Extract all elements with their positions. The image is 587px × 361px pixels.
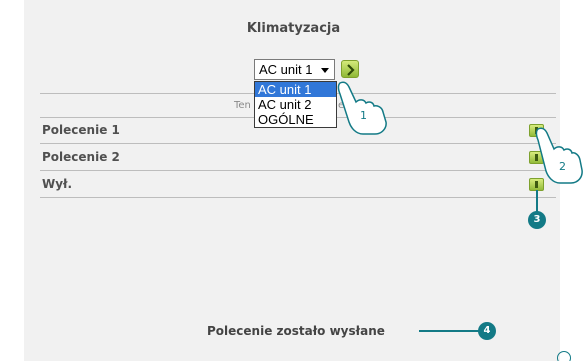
divider [40,197,556,198]
unit-option-ac1[interactable]: AC unit 1 [255,82,336,97]
callout-line [419,330,479,332]
pointing-hand-icon: 1 [337,81,387,135]
pointing-hand-icon: 2 [535,127,583,184]
unit-dropdown-list[interactable]: AC unit 1 AC unit 2 OGÓLNE [254,81,337,128]
divider [40,143,556,144]
main-panel [24,0,560,361]
go-button[interactable] [341,60,359,78]
dropdown-arrow-icon [321,68,329,73]
arrow-right-icon [347,64,355,76]
callout-circle [557,351,571,361]
divider [40,170,556,171]
section-label-left: Ten [234,100,251,111]
callout-badge-3: 3 [528,211,546,229]
command-label-3: Wył. [42,177,73,191]
status-message: Polecenie zostało wysłane [207,324,385,338]
page-title: Klimatyzacja [246,21,341,36]
unit-option-ac2[interactable]: AC unit 2 [255,97,336,112]
command-label-2: Polecenie 2 [42,150,120,164]
callout-number-2: 2 [559,160,566,173]
unit-select-value: AC unit 1 [259,62,313,77]
command-label-1: Polecenie 1 [42,123,120,137]
callout-badge-4: 4 [478,322,496,340]
unit-option-general[interactable]: OGÓLNE [255,112,336,127]
unit-select[interactable]: AC unit 1 [254,59,335,80]
callout-number-1: 1 [360,109,367,122]
